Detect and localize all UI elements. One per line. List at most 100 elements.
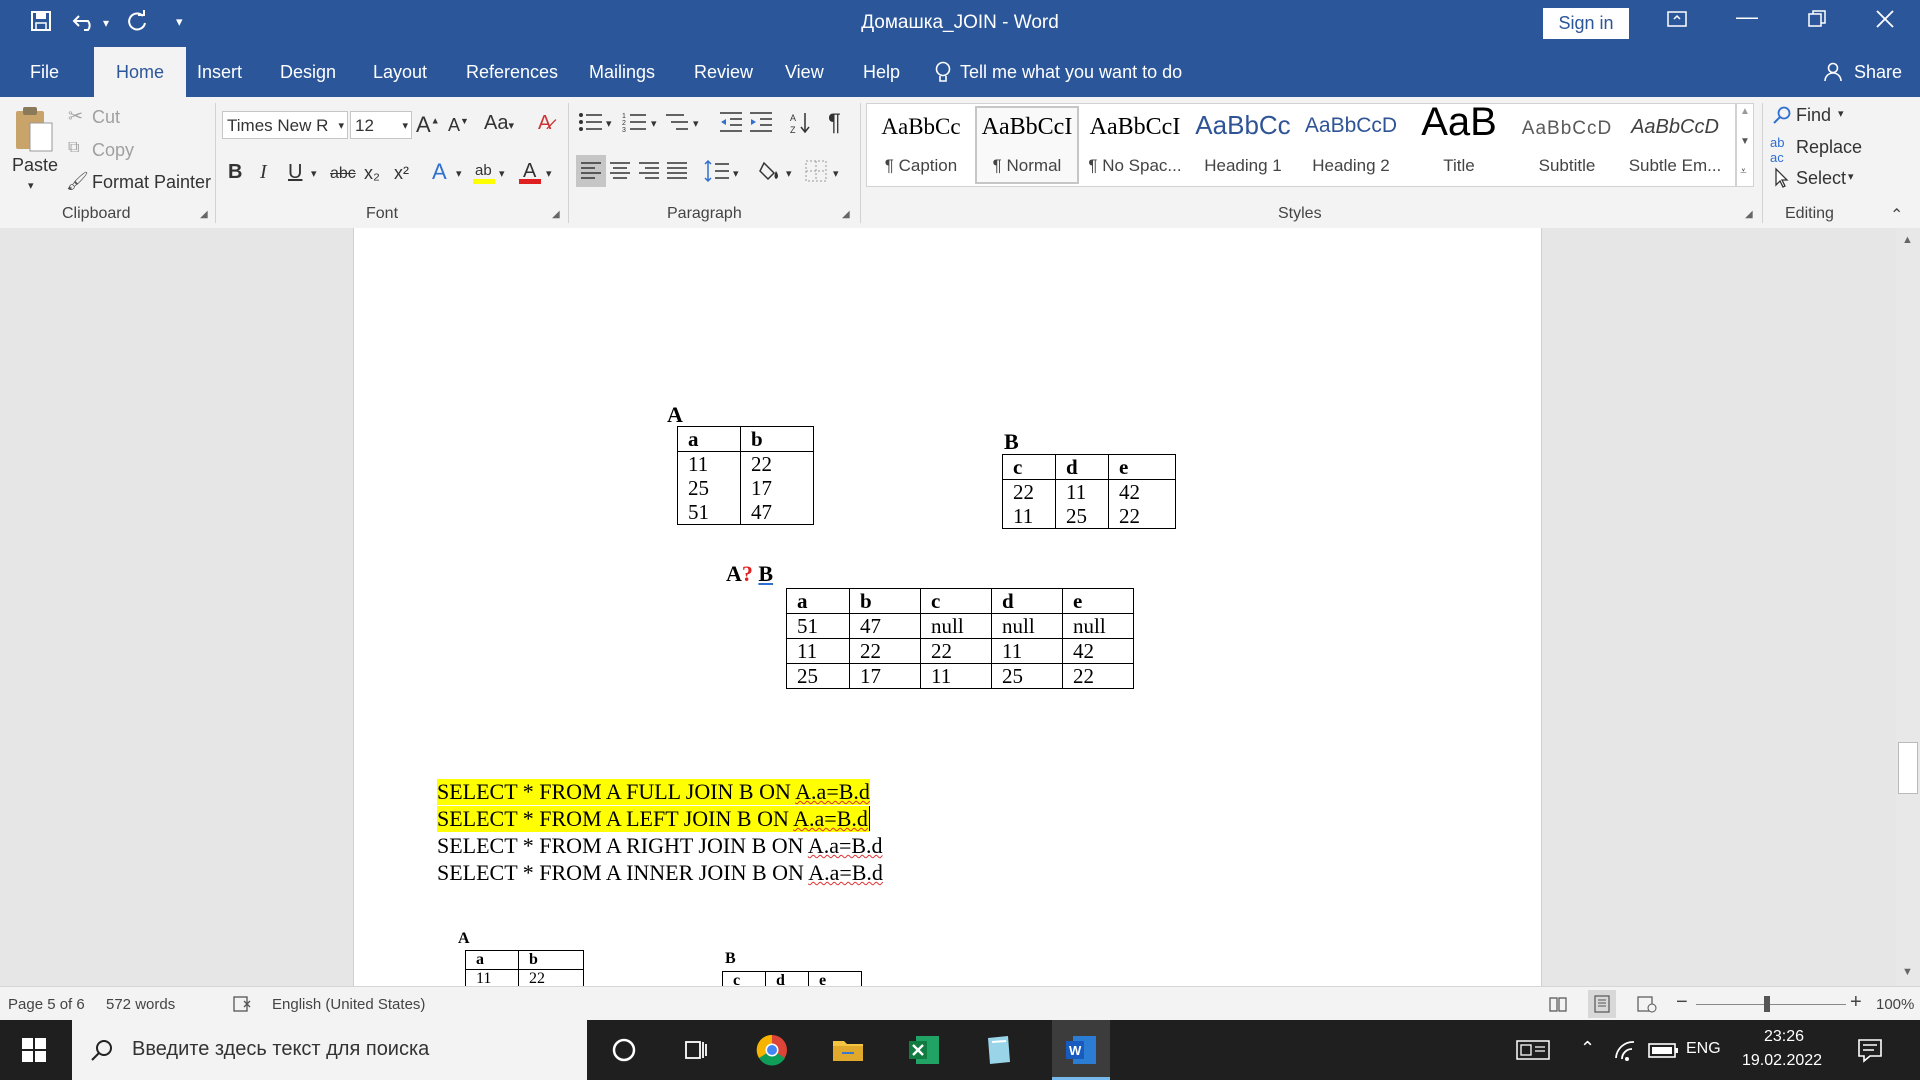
paste-icon[interactable] [12, 105, 56, 160]
proofing-icon[interactable] [232, 994, 252, 1019]
clipboard-launcher-icon[interactable]: ◢ [200, 209, 208, 220]
tab-references[interactable]: References [454, 47, 570, 97]
sign-in-button[interactable]: Sign in [1543, 8, 1629, 39]
decrease-indent-icon[interactable] [718, 111, 744, 139]
zoom-level[interactable]: 100% [1876, 996, 1914, 1013]
align-right-icon[interactable] [638, 161, 660, 187]
grow-font-icon[interactable]: A▲ [416, 112, 440, 138]
zoom-in-button[interactable]: + [1850, 991, 1862, 1014]
close-icon[interactable] [1874, 8, 1896, 36]
tab-mailings[interactable]: Mailings [577, 47, 667, 97]
paste-dropdown-icon[interactable]: ▾ [28, 179, 34, 192]
clear-formatting-icon[interactable]: A̷ [538, 112, 551, 135]
superscript-button[interactable]: x² [394, 163, 409, 184]
justify-icon[interactable] [666, 161, 688, 187]
style-normal[interactable]: AaBbCcI ¶ Normal [975, 106, 1079, 184]
zoom-slider[interactable] [1696, 1004, 1846, 1005]
task-view-icon[interactable] [678, 1032, 714, 1068]
print-layout-icon[interactable] [1588, 990, 1616, 1018]
sql-line-right-join[interactable]: SELECT * FROM A RIGHT JOIN B ON A.a=B.d [437, 833, 883, 859]
scroll-up-icon[interactable]: ▲ [1902, 234, 1913, 246]
windows-start-icon[interactable] [22, 1038, 46, 1067]
web-layout-icon[interactable] [1636, 994, 1658, 1019]
tab-review[interactable]: Review [682, 47, 765, 97]
tab-insert[interactable]: Insert [185, 47, 254, 97]
multilevel-dropdown-icon[interactable]: ▾ [693, 117, 699, 130]
borders-icon[interactable] [804, 159, 828, 189]
scroll-down-icon[interactable]: ▼ [1902, 966, 1913, 978]
numbering-icon[interactable]: 123 [622, 111, 648, 139]
chevron-up-icon[interactable]: ▲ [1740, 106, 1750, 117]
underline-dropdown-icon[interactable]: ▾ [311, 167, 317, 180]
style-heading-2[interactable]: AaBbCcD Heading 2 [1299, 106, 1403, 184]
multilevel-list-icon[interactable] [664, 111, 690, 139]
find-button[interactable]: Find [1796, 105, 1831, 126]
align-left-icon[interactable] [576, 155, 606, 187]
text-effects-dropdown-icon[interactable]: ▾ [456, 167, 462, 180]
scroll-thumb[interactable] [1898, 742, 1918, 794]
notifications-icon[interactable] [1852, 1032, 1888, 1068]
cortana-icon[interactable] [606, 1032, 642, 1068]
excel-icon[interactable] [906, 1032, 942, 1068]
bullets-dropdown-icon[interactable]: ▾ [606, 117, 612, 130]
shrink-font-icon[interactable]: A▼ [448, 115, 469, 136]
notes-app-icon[interactable] [980, 1032, 1016, 1068]
style-no-spacing[interactable]: AaBbCcI ¶ No Spac... [1083, 106, 1187, 184]
taskbar-search-box[interactable]: Введите здесь текст для поиска [72, 1020, 587, 1080]
style-caption[interactable]: AaBbCc ¶ Caption [869, 106, 973, 184]
font-family-select[interactable]: Times New R ▾ [222, 111, 348, 139]
wifi-icon[interactable] [1610, 1032, 1646, 1068]
tab-layout[interactable]: Layout [361, 47, 439, 97]
sort-icon[interactable]: AZ [790, 111, 812, 141]
sql-line-left-join[interactable]: SELECT * FROM A LEFT JOIN B ON A.a=B.d [437, 806, 870, 832]
tell-me-search[interactable]: Tell me what you want to do [948, 47, 1194, 97]
increase-indent-icon[interactable] [748, 111, 774, 139]
restore-icon[interactable] [1806, 8, 1828, 36]
sql-line-full-join[interactable]: SELECT * FROM A FULL JOIN B ON A.a=B.d [437, 779, 870, 805]
italic-button[interactable]: I [260, 161, 267, 184]
minimize-icon[interactable]: — [1736, 4, 1758, 30]
replace-button[interactable]: Replace [1796, 137, 1862, 158]
file-explorer-icon[interactable] [830, 1032, 866, 1068]
input-language[interactable]: ENG [1686, 1040, 1721, 1058]
select-dropdown-icon[interactable]: ▾ [1848, 170, 1854, 183]
underline-button[interactable]: U [288, 161, 302, 184]
numbering-dropdown-icon[interactable]: ▾ [651, 117, 657, 130]
chrome-icon[interactable] [754, 1032, 790, 1068]
style-heading-1[interactable]: AaBbCc Heading 1 [1191, 106, 1295, 184]
collapse-ribbon-icon[interactable]: ⌃ [1890, 205, 1903, 225]
styles-scroll[interactable]: ▲ ▼ ⩡ [1736, 103, 1754, 187]
tab-design[interactable]: Design [268, 47, 348, 97]
subscript-button[interactable]: x₂ [364, 163, 380, 184]
battery-icon[interactable] [1646, 1032, 1682, 1068]
paste-button[interactable]: Paste [12, 155, 58, 176]
line-spacing-dropdown-icon[interactable]: ▾ [733, 167, 739, 180]
style-subtitle[interactable]: AaBbCcD Subtitle [1515, 106, 1619, 184]
action-center-panel-icon[interactable] [1515, 1032, 1551, 1068]
style-subtle-emphasis[interactable]: AaBbCcD Subtle Em... [1623, 106, 1727, 184]
font-launcher-icon[interactable]: ◢ [552, 209, 560, 220]
text-effects-icon[interactable]: A [432, 159, 447, 185]
word-count[interactable]: 572 words [106, 996, 175, 1013]
bold-button[interactable]: B [228, 161, 242, 184]
read-mode-icon[interactable] [1548, 994, 1568, 1019]
paragraph-launcher-icon[interactable]: ◢ [842, 209, 850, 220]
style-title[interactable]: AaB Title [1407, 100, 1511, 184]
tab-file[interactable]: File [18, 47, 71, 97]
highlight-dropdown-icon[interactable]: ▾ [499, 167, 505, 180]
find-dropdown-icon[interactable]: ▾ [1838, 107, 1844, 120]
chevron-down-icon[interactable]: ▼ [1740, 136, 1750, 147]
share-button[interactable]: Share [1842, 47, 1914, 97]
clock-date[interactable]: 19.02.2022 [1742, 1052, 1822, 1070]
language-indicator[interactable]: English (United States) [272, 996, 425, 1013]
copy-button[interactable]: Copy [92, 140, 134, 161]
cut-button[interactable]: Cut [92, 107, 120, 128]
clock-time[interactable]: 23:26 [1764, 1028, 1804, 1046]
chevron-up-icon[interactable]: ⌃ [1580, 1038, 1595, 1059]
strikethrough-button[interactable]: abc [330, 165, 356, 183]
styles-more-icon[interactable]: ⩡ [1740, 164, 1747, 179]
word-taskbar-button[interactable]: W [1052, 1020, 1110, 1080]
format-painter-button[interactable]: Format Painter [92, 172, 211, 193]
document-page[interactable]: A a b 11 22 25 17 51 47 B c d e 22 11 42… [353, 228, 1542, 986]
borders-dropdown-icon[interactable]: ▾ [833, 167, 839, 180]
